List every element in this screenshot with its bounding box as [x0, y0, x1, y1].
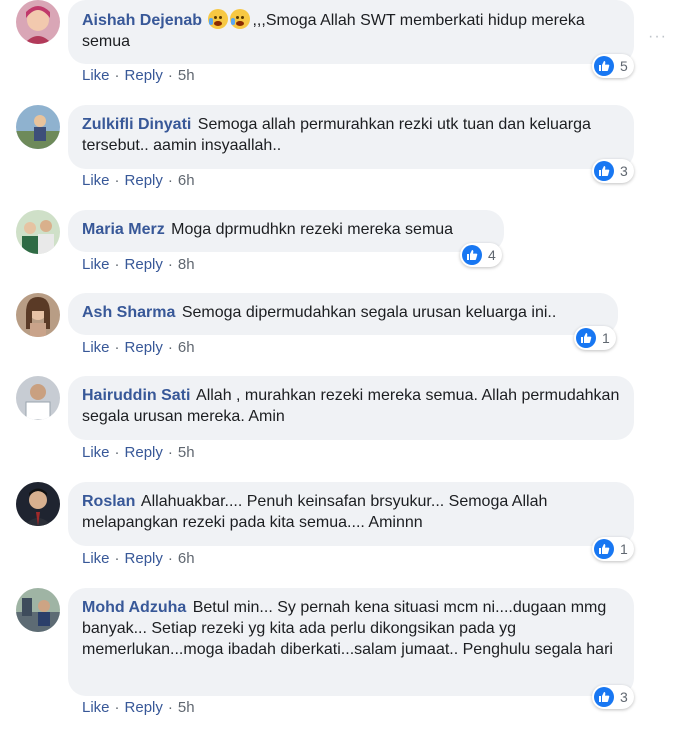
avatar[interactable]	[16, 105, 60, 149]
reply-button[interactable]: Reply	[125, 256, 163, 273]
like-button[interactable]: Like	[82, 339, 110, 356]
comment-actions: Like · Reply · 5h	[82, 67, 195, 84]
reaction-number: 3	[620, 689, 628, 705]
reply-button[interactable]: Reply	[125, 172, 163, 189]
like-reaction-icon	[576, 328, 596, 348]
reaction-number: 1	[602, 330, 610, 346]
reply-button[interactable]: Reply	[125, 444, 163, 461]
timestamp[interactable]: 8h	[178, 256, 195, 273]
reply-button[interactable]: Reply	[125, 339, 163, 356]
reaction-count[interactable]: 1	[592, 537, 634, 561]
comment-text: Moga dprmudhkn rezeki mereka semua	[171, 221, 454, 238]
reaction-number: 4	[488, 247, 496, 263]
comment-actions: Like · Reply · 6h	[82, 550, 195, 567]
comment-bubble: Hairuddin Sati Allah , murahkan rezeki m…	[68, 376, 634, 440]
like-reaction-icon	[594, 161, 614, 181]
comment-author[interactable]: Aishah Dejenab	[82, 12, 202, 29]
comment-bubble: Roslan Allahuakbar.... Penuh keinsafan b…	[68, 482, 634, 546]
like-button[interactable]: Like	[82, 550, 110, 567]
comment-author[interactable]: Ash Sharma	[82, 304, 175, 321]
comment-actions: Like · Reply · 6h	[82, 339, 195, 356]
separator: ·	[167, 699, 173, 716]
reply-button[interactable]: Reply	[125, 67, 163, 84]
like-reaction-icon	[594, 687, 614, 707]
reaction-count[interactable]: 3	[592, 159, 634, 183]
like-button[interactable]: Like	[82, 256, 110, 273]
comment-actions: Like · Reply · 8h	[82, 256, 195, 273]
timestamp[interactable]: 5h	[178, 67, 195, 84]
comment-bubble: Zulkifli Dinyati Semoga allah permurahka…	[68, 105, 634, 169]
comment-author[interactable]: Zulkifli Dinyati	[82, 116, 191, 133]
separator: ·	[167, 339, 173, 356]
avatar[interactable]	[16, 210, 60, 254]
separator: ·	[114, 699, 120, 716]
separator: ·	[167, 172, 173, 189]
reaction-number: 3	[620, 163, 628, 179]
avatar[interactable]	[16, 482, 60, 526]
separator: ·	[114, 444, 120, 461]
comment-text: Semoga dipermudahkan segala urusan kelua…	[181, 304, 557, 321]
separator: ·	[114, 550, 120, 567]
comment-bubble: Ash Sharma Semoga dipermudahkan segala u…	[68, 293, 618, 335]
reaction-count[interactable]: 1	[574, 326, 616, 350]
reaction-number: 1	[620, 541, 628, 557]
comment-author[interactable]: Roslan	[82, 493, 135, 510]
comment-author[interactable]: Maria Merz	[82, 221, 165, 238]
separator: ·	[114, 172, 120, 189]
comment-actions: Like · Reply · 6h	[82, 172, 195, 189]
timestamp[interactable]: 6h	[178, 339, 195, 356]
separator: ·	[167, 256, 173, 273]
like-button[interactable]: Like	[82, 172, 110, 189]
reaction-count[interactable]: 5	[592, 54, 634, 78]
separator: ·	[114, 256, 120, 273]
more-options-icon[interactable]: ···	[648, 28, 667, 46]
reaction-count[interactable]: 4	[460, 243, 502, 267]
separator: ·	[167, 67, 173, 84]
comment-text: Allahuakbar.... Penuh keinsafan brsyukur…	[82, 493, 548, 531]
separator: ·	[114, 67, 120, 84]
timestamp[interactable]: 6h	[178, 550, 195, 567]
avatar[interactable]	[16, 588, 60, 632]
separator: ·	[114, 339, 120, 356]
timestamp[interactable]: 5h	[178, 444, 195, 461]
comment-actions: Like · Reply · 5h	[82, 444, 195, 461]
comment-bubble: Mohd Adzuha Betul min... Sy pernah kena …	[68, 588, 634, 696]
like-reaction-icon	[594, 539, 614, 559]
crying-face-icon	[230, 9, 251, 29]
timestamp[interactable]: 5h	[178, 699, 195, 716]
comment-bubble: Aishah Dejenab ,,,Smoga Allah SWT member…	[68, 0, 634, 64]
timestamp[interactable]: 6h	[178, 172, 195, 189]
comment-bubble: Maria Merz Moga dprmudhkn rezeki mereka …	[68, 210, 504, 252]
like-button[interactable]: Like	[82, 444, 110, 461]
reaction-number: 5	[620, 58, 628, 74]
reply-button[interactable]: Reply	[125, 550, 163, 567]
comment-author[interactable]: Hairuddin Sati	[82, 387, 190, 404]
avatar[interactable]	[16, 0, 60, 44]
crying-face-icon	[208, 9, 229, 29]
avatar[interactable]	[16, 376, 60, 420]
reply-button[interactable]: Reply	[125, 699, 163, 716]
comment-author[interactable]: Mohd Adzuha	[82, 599, 186, 616]
like-reaction-icon	[594, 56, 614, 76]
like-reaction-icon	[462, 245, 482, 265]
avatar[interactable]	[16, 293, 60, 337]
separator: ·	[167, 550, 173, 567]
separator: ·	[167, 444, 173, 461]
reaction-count[interactable]: 3	[592, 685, 634, 709]
comment-actions: Like · Reply · 5h	[82, 699, 195, 716]
like-button[interactable]: Like	[82, 699, 110, 716]
like-button[interactable]: Like	[82, 67, 110, 84]
